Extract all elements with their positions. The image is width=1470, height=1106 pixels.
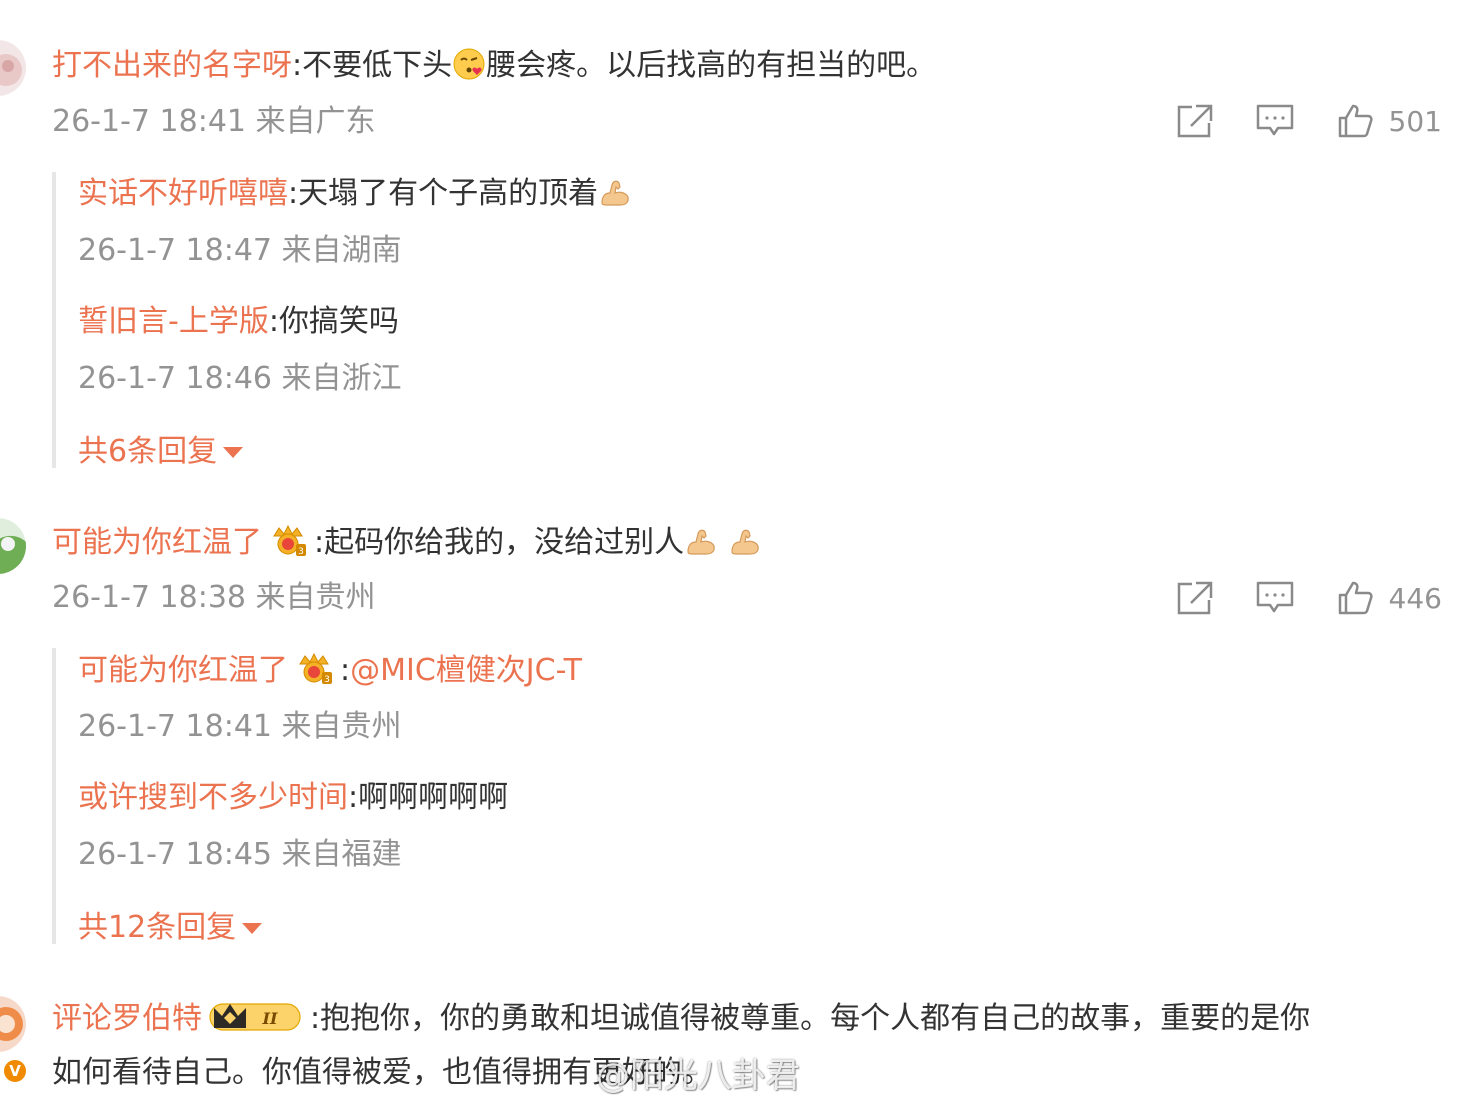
comment-username[interactable]: 可能为你红温了 [52,525,262,560]
more-replies-label: 共12条回复 [78,910,237,945]
caret-down-icon [242,923,263,934]
reply-content: 可能为你红温了 3 :@MIC檀健次JC-T [78,650,582,691]
more-replies-label: 共6条回复 [78,434,218,469]
comment-text: 抱抱你，你的勇敢和坦诚值得被尊重。每个人都有自己的故事，重要的是你 [320,1001,1311,1036]
reply-content: 或许搜到不多少时间:啊啊啊啊啊 [78,778,508,818]
crown-badge-icon: 3 [299,652,332,685]
comment-text: 起码你给我的，没给过别人 [324,525,685,560]
separator: : [310,1001,321,1036]
reply-text: 你搞笑吗 [278,304,399,339]
comment-content: 可能为你红温了 3 :起码你给我的，没给过别人 [52,522,762,563]
vip-level-badge-icon: II [209,1003,301,1031]
reply-text: 天塌了有个子高的顶着 [298,176,599,211]
crown-badge-icon: 3 [273,524,306,557]
reply-username[interactable]: 可能为你红温了 [78,653,288,688]
reply-meta: 26-1-7 18:47 来自湖南 [78,233,402,268]
like-count: 446 [1388,581,1442,615]
avatar[interactable] [0,996,26,1052]
reply-thread: 可能为你红温了 3 :@MIC檀健次JC-T 26-1-7 18:41 来自贵州… [52,648,1436,945]
verified-badge-icon: V [2,1058,28,1084]
like-icon[interactable] [1335,578,1375,618]
reply-username[interactable]: 或许搜到不多少时间 [78,780,348,815]
share-icon[interactable] [1175,578,1215,618]
comment-meta: 26-1-7 18:38 来自贵州 [52,580,376,615]
mention-link[interactable]: @MIC檀健次JC-T [350,653,582,688]
avatar[interactable] [0,518,26,574]
comment-content: 打不出来的名字呀:不要低下头 腰会疼。以后找高的有担当的吧。 [52,46,936,86]
separator: : [340,653,351,688]
comment-text-continued: 腰会疼。以后找高的有担当的吧。 [486,48,937,83]
kissing-heart-emoji-icon [453,48,485,80]
reply-meta: 26-1-7 18:46 来自浙江 [78,361,402,396]
reply-username[interactable]: 实话不好听嘻嘻 [78,176,288,211]
comment-text: 不要低下头 [302,48,453,83]
share-icon[interactable] [1175,101,1215,141]
like-icon[interactable] [1335,101,1375,141]
separator: : [314,525,325,560]
badge-level: II [262,1009,278,1028]
caret-down-icon [223,447,244,458]
like-count: 501 [1388,104,1442,138]
reply-text: 啊啊啊啊啊 [358,780,509,815]
separator: : [348,780,359,815]
svg-text:3: 3 [298,547,304,557]
comment-meta: 26-1-7 18:41 来自广东 [52,104,376,139]
reply-meta: 26-1-7 18:45 来自福建 [78,837,402,872]
svg-text:3: 3 [324,675,330,685]
avatar[interactable] [0,40,26,96]
separator: : [288,176,299,211]
reply-content: 誓旧言-上学版:你搞笑吗 [78,302,399,342]
reply-meta: 26-1-7 18:41 来自贵州 [78,709,402,744]
separator: : [268,304,279,339]
flexed-biceps-emoji-icon [731,529,759,555]
reply-content: 实话不好听嘻嘻:天塌了有个子高的顶着 [78,174,632,214]
separator: : [292,48,303,83]
comment-username[interactable]: 评论罗伯特 [52,1001,202,1036]
reply-thread: 实话不好听嘻嘻:天塌了有个子高的顶着 26-1-7 18:47 来自湖南 誓旧言… [52,172,1436,469]
comment-list: 打不出来的名字呀:不要低下头 腰会疼。以后找高的有担当的吧。 26-1-7 18… [0,0,1470,1106]
comment-icon[interactable] [1255,578,1295,618]
more-replies-link[interactable]: 共12条回复 [78,908,263,948]
comment-actions: 446 [1135,578,1442,618]
reply-username[interactable]: 誓旧言-上学版 [78,304,269,339]
comment-icon[interactable] [1255,101,1295,141]
watermark: @阳光八卦君 [596,1056,800,1096]
flexed-biceps-emoji-icon [687,529,715,555]
comment-actions: 501 [1135,101,1442,141]
more-replies-link[interactable]: 共6条回复 [78,432,244,472]
flexed-biceps-emoji-icon [601,180,629,206]
comment-username[interactable]: 打不出来的名字呀 [52,48,292,83]
